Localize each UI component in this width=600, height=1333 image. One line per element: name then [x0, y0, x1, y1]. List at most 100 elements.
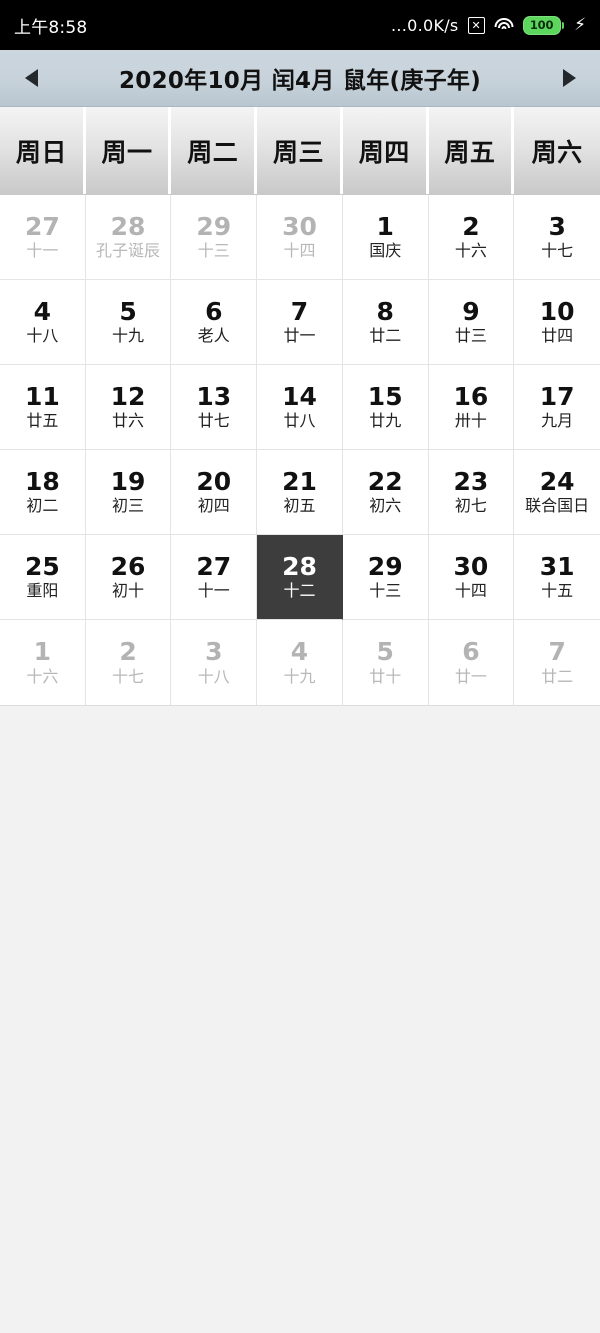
calendar-grid: 27 十一 28 孔子诞辰 29 十三 30 十四 1 国庆 2 十六 3 十七 4 十八 5 十九 6 老人 7 廿一 8… [0, 195, 600, 706]
day-lunar-label: 十四 [283, 241, 316, 261]
weekday-thursday: 周四 [342, 107, 429, 194]
calendar-day-cell[interactable]: 16 卅十 [428, 365, 515, 450]
day-lunar-label: 国庆 [369, 241, 402, 261]
day-lunar-label: 廿二 [369, 326, 402, 346]
day-lunar-label: 十九 [283, 666, 316, 686]
day-number: 29 [196, 211, 232, 241]
calendar-day-cell[interactable]: 2 十六 [428, 195, 515, 280]
calendar-day-cell[interactable]: 21 初五 [257, 450, 343, 535]
calendar-header: 2020年10月 闰4月 鼠年(庚子年) [0, 50, 600, 107]
calendar-day-cell[interactable]: 11 廿五 [0, 365, 86, 450]
calendar-day-cell[interactable]: 2 十七 [85, 620, 172, 705]
calendar-day-cell[interactable]: 29 十三 [171, 195, 258, 280]
calendar-day-cell[interactable]: 22 初六 [342, 450, 429, 535]
calendar-day-cell[interactable]: 3 十七 [514, 195, 600, 280]
calendar-day-cell[interactable]: 4 十八 [0, 280, 86, 365]
status-bar: 上午8:58 ...0.0K/s ✕ 100 ⚡ [0, 0, 600, 50]
day-number: 21 [282, 466, 317, 496]
x-box-icon: ✕ [467, 16, 485, 34]
day-number: 14 [282, 381, 317, 411]
day-number: 2 [119, 637, 137, 667]
day-number: 11 [24, 381, 60, 411]
calendar-day-cell-selected[interactable]: 28 十二 [257, 535, 343, 620]
calendar-day-cell[interactable]: 26 初十 [85, 535, 172, 620]
day-number: 19 [110, 466, 146, 496]
calendar-day-cell[interactable]: 27 十一 [171, 535, 258, 620]
calendar-day-cell[interactable]: 25 重阳 [0, 535, 86, 620]
calendar-day-cell[interactable]: 1 国庆 [342, 195, 429, 280]
day-number: 20 [196, 466, 232, 496]
day-lunar-label: 老人 [197, 326, 230, 346]
battery-level-text: 100 [522, 15, 561, 35]
day-lunar-label: 十三 [369, 581, 402, 601]
calendar-day-cell[interactable]: 8 廿二 [342, 280, 429, 365]
calendar-day-cell[interactable]: 27 十一 [0, 195, 86, 280]
calendar-day-cell[interactable]: 14 廿八 [257, 365, 343, 450]
calendar-day-cell[interactable]: 5 十九 [85, 280, 172, 365]
weekday-monday: 周一 [85, 107, 172, 194]
day-number: 5 [119, 296, 137, 326]
calendar-day-cell[interactable]: 7 廿一 [257, 280, 343, 365]
calendar-day-cell[interactable]: 9 廿三 [428, 280, 515, 365]
calendar-day-cell[interactable]: 6 老人 [171, 280, 258, 365]
day-number: 13 [196, 381, 232, 411]
calendar-day-cell[interactable]: 15 廿九 [342, 365, 429, 450]
prev-month-button[interactable] [0, 69, 62, 87]
calendar-day-cell[interactable]: 30 十四 [428, 535, 515, 620]
battery-tip [561, 21, 565, 29]
calendar-day-cell[interactable]: 31 十五 [514, 535, 600, 620]
day-lunar-label: 重阳 [26, 581, 59, 601]
day-lunar-label: 十二 [283, 581, 316, 601]
day-lunar-label: 十九 [112, 326, 145, 346]
day-lunar-label: 初十 [112, 581, 145, 601]
calendar-day-cell[interactable]: 17 九月 [514, 365, 600, 450]
day-number: 15 [367, 381, 403, 411]
day-lunar-label: 孔子诞辰 [96, 241, 161, 261]
day-number: 30 [453, 551, 489, 581]
day-number: 29 [367, 551, 403, 581]
next-month-button[interactable] [538, 69, 600, 87]
calendar-day-cell[interactable]: 12 廿六 [85, 365, 172, 450]
day-number: 30 [282, 211, 317, 241]
day-lunar-label: 廿二 [541, 666, 574, 686]
page-title: 2020年10月 闰4月 鼠年(庚子年) [118, 68, 482, 94]
day-number: 23 [453, 466, 489, 496]
calendar-day-cell[interactable]: 30 十四 [257, 195, 343, 280]
calendar-day-cell[interactable]: 29 十三 [342, 535, 429, 620]
calendar-day-cell[interactable]: 1 十六 [0, 620, 86, 705]
calendar-day-cell[interactable]: 7 廿二 [514, 620, 600, 705]
calendar-day-cell[interactable]: 5 廿十 [342, 620, 429, 705]
day-lunar-label: 十七 [112, 666, 145, 686]
day-number: 7 [548, 637, 566, 667]
day-number: 27 [196, 551, 232, 581]
calendar-day-cell[interactable]: 6 廿一 [428, 620, 515, 705]
calendar-day-cell[interactable]: 23 初七 [428, 450, 515, 535]
day-lunar-label: 十一 [26, 241, 59, 261]
day-number: 18 [24, 466, 60, 496]
calendar-day-cell[interactable]: 24 联合国日 [514, 450, 600, 535]
day-lunar-label: 十八 [26, 326, 59, 346]
day-number: 31 [539, 551, 575, 581]
calendar-day-cell[interactable]: 4 十九 [257, 620, 343, 705]
calendar-day-cell[interactable]: 20 初四 [171, 450, 258, 535]
day-lunar-label: 廿八 [283, 411, 316, 431]
calendar-day-cell[interactable]: 13 廿七 [171, 365, 258, 450]
day-number: 28 [110, 211, 146, 241]
calendar-day-cell[interactable]: 10 廿四 [514, 280, 600, 365]
day-lunar-label: 廿五 [26, 411, 59, 431]
calendar-day-cell[interactable]: 28 孔子诞辰 [85, 195, 172, 280]
day-lunar-label: 十一 [197, 581, 230, 601]
day-number: 3 [205, 637, 223, 667]
day-number: 12 [110, 381, 146, 411]
day-number: 16 [453, 381, 489, 411]
calendar-day-cell[interactable]: 18 初二 [0, 450, 86, 535]
day-lunar-label: 廿九 [369, 411, 402, 431]
day-number: 9 [462, 296, 480, 326]
day-lunar-label: 初四 [197, 496, 230, 516]
day-number: 27 [24, 211, 60, 241]
calendar-day-cell[interactable]: 19 初三 [85, 450, 172, 535]
day-number: 10 [539, 296, 575, 326]
calendar-day-cell[interactable]: 3 十八 [171, 620, 258, 705]
day-lunar-label: 卅十 [454, 411, 487, 431]
day-lunar-label: 廿一 [283, 326, 316, 346]
